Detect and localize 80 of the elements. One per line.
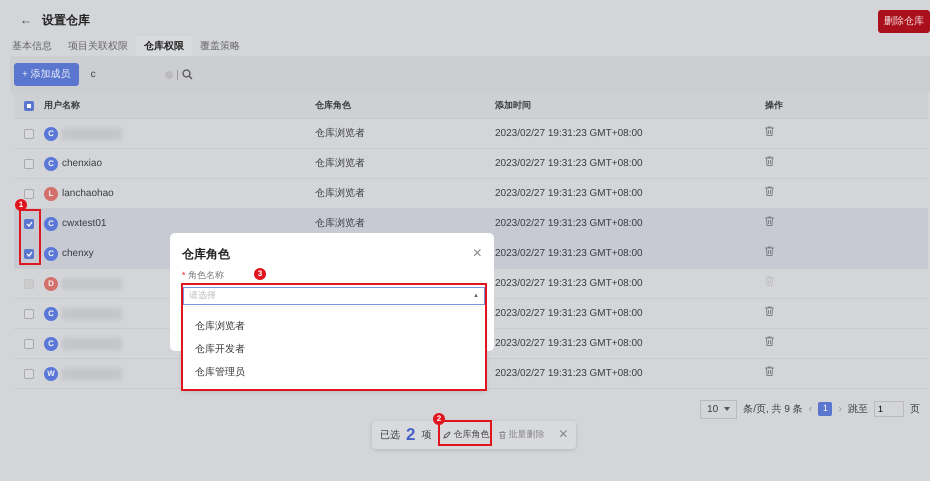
dropdown-option[interactable]: 仓库管理员 bbox=[183, 361, 257, 384]
row-checkbox[interactable] bbox=[24, 188, 34, 198]
search-field[interactable]: c bbox=[86, 67, 197, 82]
page-size-select[interactable]: 10 bbox=[700, 400, 738, 418]
avatar: C bbox=[44, 336, 58, 350]
back-button[interactable]: ← bbox=[20, 11, 32, 29]
user-name: chenxy bbox=[62, 247, 94, 261]
role-cell: 仓库浏览者 bbox=[315, 128, 365, 139]
time-cell: 2023/02/27 19:31:23 GMT+08:00 bbox=[495, 128, 643, 139]
avatar: C bbox=[44, 216, 58, 230]
dialog-title: 仓库角色 bbox=[182, 246, 230, 263]
avatar: C bbox=[44, 306, 58, 320]
time-cell: 2023/02/27 19:31:23 GMT+08:00 bbox=[495, 188, 643, 199]
required-mark: * bbox=[182, 269, 186, 282]
tab[interactable]: 仓库权限 bbox=[136, 36, 192, 56]
field-label: 角色名称 bbox=[188, 269, 224, 282]
delete-icon[interactable] bbox=[765, 126, 774, 136]
time-cell: 2023/02/27 19:31:23 GMT+08:00 bbox=[495, 308, 643, 319]
role-cell: 仓库浏览者 bbox=[315, 188, 365, 199]
tab[interactable]: 覆盖策略 bbox=[192, 36, 248, 56]
trash-icon bbox=[499, 430, 506, 440]
time-cell: 2023/02/27 19:31:23 GMT+08:00 bbox=[495, 338, 643, 349]
time-cell: 2023/02/27 19:31:23 GMT+08:00 bbox=[495, 278, 643, 289]
highlight-frame bbox=[19, 209, 41, 265]
dropdown-option[interactable]: 仓库浏览者 bbox=[183, 315, 257, 338]
tab[interactable]: 项目关联权限 bbox=[60, 36, 136, 56]
selected-count: 2 bbox=[406, 424, 416, 446]
time-cell: 2023/02/27 19:31:23 GMT+08:00 bbox=[495, 248, 643, 259]
delete-icon[interactable] bbox=[765, 186, 774, 196]
row-checkbox[interactable] bbox=[24, 158, 34, 168]
row-checkbox[interactable] bbox=[24, 128, 34, 138]
edit-role-button[interactable]: 仓库角色 bbox=[441, 426, 492, 444]
row-checkbox[interactable] bbox=[24, 248, 34, 258]
delete-icon[interactable] bbox=[765, 216, 774, 226]
avatar: C bbox=[44, 126, 58, 140]
role-cell: 仓库浏览者 bbox=[315, 158, 365, 169]
close-button[interactable]: × bbox=[472, 246, 482, 262]
delete-icon[interactable] bbox=[765, 156, 774, 166]
avatar: C bbox=[44, 246, 58, 260]
step-marker: 2 bbox=[433, 413, 445, 425]
selected-unit: 项 bbox=[421, 428, 432, 442]
dropdown-option[interactable]: 仓库开发者 bbox=[183, 338, 257, 361]
column-header: 仓库角色 bbox=[315, 98, 352, 112]
select-all-checkbox[interactable] bbox=[24, 100, 34, 110]
avatar: L bbox=[44, 186, 58, 200]
search-icon[interactable] bbox=[182, 69, 193, 80]
delete-icon[interactable] bbox=[765, 246, 774, 256]
time-cell: 2023/02/27 19:31:23 GMT+08:00 bbox=[495, 218, 643, 229]
delete-icon[interactable] bbox=[765, 336, 774, 346]
avatar: W bbox=[44, 366, 58, 380]
role-cell: 仓库浏览者 bbox=[315, 218, 365, 229]
time-cell: 2023/02/27 19:31:23 GMT+08:00 bbox=[495, 158, 643, 169]
user-name: chenxiao bbox=[62, 157, 102, 171]
row-checkbox[interactable] bbox=[24, 338, 34, 348]
column-header: 用户名称 bbox=[44, 98, 81, 112]
column-header: 操作 bbox=[765, 98, 784, 112]
pencil-icon bbox=[443, 431, 452, 439]
add-member-button[interactable]: + 添加成员 bbox=[14, 63, 79, 86]
delete-icon[interactable] bbox=[765, 306, 774, 316]
row-checkbox[interactable] bbox=[24, 218, 34, 228]
page-summary: 条/页, 共 9 条 bbox=[743, 402, 803, 416]
avatar: C bbox=[44, 156, 58, 170]
step-marker: 1 bbox=[15, 199, 27, 211]
page-input[interactable]: 1 bbox=[874, 401, 904, 417]
user-name: cwxtest01 bbox=[62, 217, 106, 231]
row-checkbox[interactable] bbox=[24, 308, 34, 318]
column-header: 添加时间 bbox=[495, 98, 532, 112]
user-name: lanchaohao bbox=[62, 187, 114, 201]
selected-label: 已选 bbox=[380, 428, 400, 442]
row-checkbox[interactable] bbox=[24, 368, 34, 378]
delete-button[interactable]: 删除仓库 bbox=[878, 10, 930, 33]
time-cell: 2023/02/27 19:31:23 GMT+08:00 bbox=[495, 368, 643, 379]
jump-label: 跳至 bbox=[848, 402, 868, 416]
page-button[interactable]: 1 bbox=[818, 402, 832, 416]
page-title: 设置仓库 bbox=[42, 12, 90, 29]
caret-icon bbox=[724, 406, 730, 411]
delete-icon[interactable] bbox=[765, 366, 774, 376]
tab[interactable]: 基本信息 bbox=[10, 36, 60, 56]
page-unit: 页 bbox=[910, 402, 920, 416]
avatar: D bbox=[44, 276, 58, 290]
